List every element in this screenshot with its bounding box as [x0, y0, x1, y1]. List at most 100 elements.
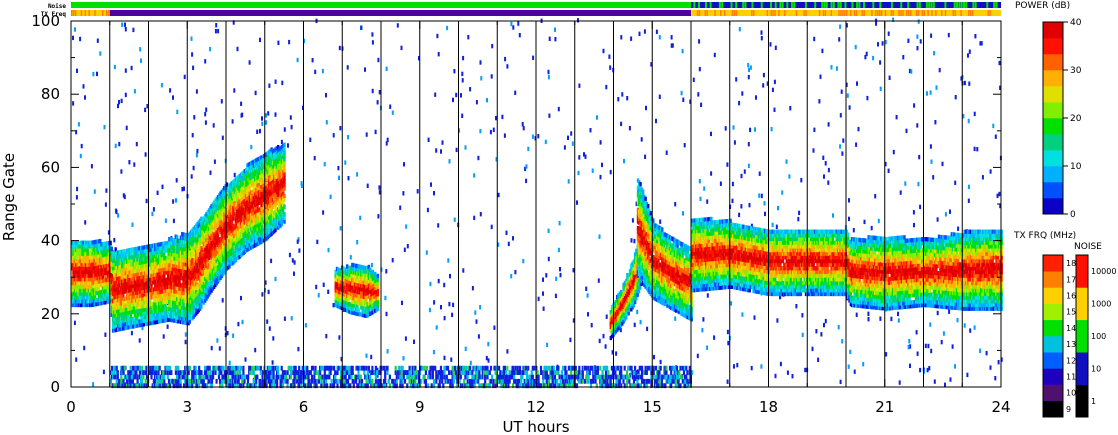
echo-cell	[293, 271, 295, 276]
echo-cell	[466, 378, 469, 384]
echo-cell	[489, 365, 493, 371]
echo-cell	[576, 200, 578, 205]
echo-cell	[645, 370, 648, 375]
echo-cell	[388, 374, 391, 380]
echo-cell	[510, 21, 513, 27]
echo-cell	[315, 284, 318, 290]
echo-cell	[440, 305, 442, 310]
echo-cell	[420, 378, 423, 384]
echo-cell	[628, 126, 631, 131]
echo-cell	[182, 232, 185, 237]
echo-cell	[220, 370, 223, 375]
echo-cell	[855, 312, 858, 317]
echo-cell	[954, 180, 957, 185]
echo-cell	[588, 370, 591, 375]
echo-cell	[916, 351, 919, 356]
echo-cell	[838, 37, 841, 42]
echo-cell	[110, 246, 113, 251]
echo-cell	[827, 180, 830, 185]
echo-cell	[365, 353, 368, 358]
echo-cell	[623, 158, 625, 164]
echo-cell	[507, 241, 510, 247]
echo-cell	[571, 141, 574, 146]
echo-cell	[779, 361, 782, 367]
echo-cell	[213, 159, 216, 164]
echo-cell	[592, 378, 595, 384]
echo-cell	[155, 365, 158, 371]
echo-cell	[471, 370, 474, 375]
echo-cell	[981, 175, 984, 180]
echo-cell	[149, 365, 152, 371]
echo-cell	[670, 43, 673, 48]
echo-cell	[455, 147, 458, 153]
echo-cell	[817, 357, 820, 362]
echo-cell	[749, 65, 752, 70]
echo-cell	[209, 374, 212, 380]
echo-cell	[508, 378, 511, 384]
echo-cell	[770, 126, 773, 132]
echo-cell	[565, 370, 568, 375]
echo-cell	[327, 247, 330, 253]
echo-cell	[410, 374, 413, 380]
echo-cell	[450, 370, 453, 375]
echo-cell	[491, 43, 494, 49]
echo-cell	[475, 319, 478, 324]
echo-cell	[517, 21, 520, 26]
echo-cell	[822, 155, 825, 160]
echo-cell	[414, 378, 417, 384]
echo-cell	[749, 127, 752, 133]
echo-cell	[551, 374, 554, 380]
echo-cell	[697, 92, 700, 97]
echo-cell	[300, 183, 303, 188]
echo-cell	[492, 127, 495, 132]
echo-cell	[212, 123, 215, 128]
echo-cell	[265, 370, 268, 375]
echo-cell	[469, 365, 472, 371]
echo-cell	[443, 365, 446, 371]
echo-cell	[618, 378, 622, 384]
echo-cell	[455, 370, 458, 375]
echo-cell	[635, 370, 638, 375]
echo-cell	[256, 374, 259, 380]
echo-cell	[520, 378, 523, 384]
echo-cell	[209, 46, 212, 52]
echo-cell	[208, 365, 211, 371]
echo-cell	[513, 374, 516, 380]
echo-cell	[207, 370, 210, 375]
echo-cell	[437, 278, 440, 284]
echo-cell	[924, 343, 927, 349]
echo-cell	[827, 122, 830, 127]
echo-cell	[117, 103, 119, 109]
echo-cell	[867, 317, 870, 322]
echo-cell	[940, 339, 943, 345]
echo-cell	[490, 74, 493, 79]
echo-cell	[668, 365, 672, 371]
echo-cell	[539, 365, 543, 371]
echo-cell	[192, 374, 195, 380]
echo-cell	[489, 129, 492, 135]
echo-cell	[300, 378, 303, 384]
echo-cell	[261, 292, 264, 297]
echo-cell	[558, 221, 561, 226]
echo-cell	[545, 378, 548, 384]
echo-cell	[433, 191, 435, 196]
echo-cell	[633, 322, 636, 328]
echo-cell	[658, 370, 661, 375]
echo-cell	[228, 264, 231, 269]
echo-cell	[820, 332, 823, 337]
echo-cell	[474, 370, 477, 375]
echo-cell	[795, 304, 798, 309]
echo-cell	[545, 370, 548, 375]
echo-cell	[548, 113, 551, 118]
echo-cell	[172, 199, 175, 204]
echo-cell	[587, 365, 590, 371]
echo-cell	[141, 378, 144, 384]
echo-cell	[220, 99, 223, 104]
echo-cell	[348, 370, 351, 375]
echo-cell	[72, 35, 74, 41]
echo-cell	[493, 325, 496, 330]
echo-cell	[149, 299, 152, 304]
echo-cell	[270, 258, 273, 264]
echo-cell	[870, 225, 873, 231]
echo-cell	[823, 322, 825, 328]
